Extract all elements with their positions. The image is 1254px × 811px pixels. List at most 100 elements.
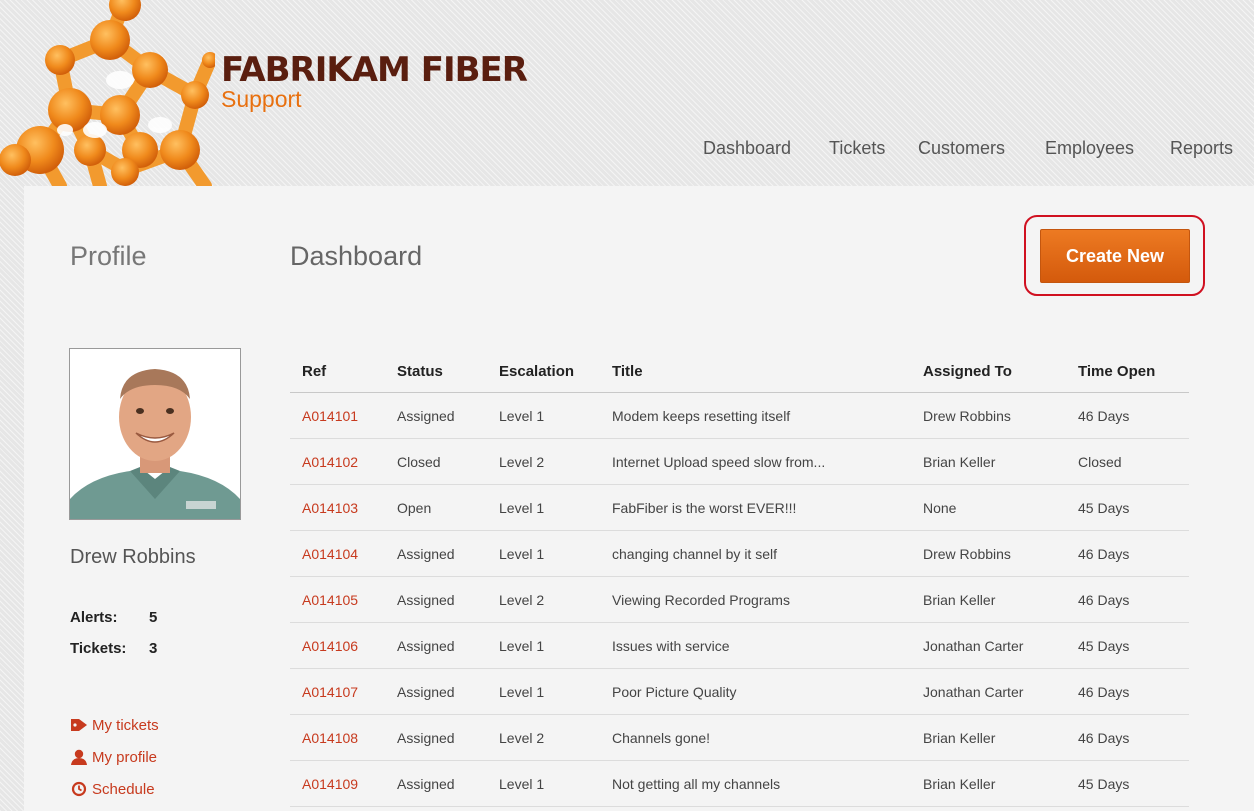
cell-status: Assigned: [385, 760, 487, 807]
create-new-button[interactable]: Create New: [1040, 229, 1190, 283]
cell-time-open: 46 Days: [1066, 714, 1189, 761]
avatar-photo: [70, 349, 240, 519]
cell-assigned-to: Drew Robbins: [911, 530, 1066, 577]
cell-title: changing channel by it self: [600, 530, 911, 577]
table-row[interactable]: A014103 Open Level 1 FabFiber is the worst …: [290, 484, 1189, 531]
column-header-time-open[interactable]: Time Open: [1066, 350, 1189, 393]
cell-ref: A014108: [290, 714, 385, 761]
table-row[interactable]: A014101 Assigned Level 1 Modem keeps resett…: [290, 392, 1189, 439]
column-header-assigned-to[interactable]: Assigned To: [911, 350, 1066, 393]
cell-time-open: 46 Days: [1066, 668, 1189, 715]
cell-ref: A014106: [290, 622, 385, 669]
clock-icon: [71, 781, 87, 797]
ticket-ref-link[interactable]: A014109: [302, 776, 358, 792]
cell-assigned-to: Brian Keller: [911, 576, 1066, 623]
cell-title: Internet Upload speed slow from...: [600, 438, 911, 485]
cell-escalation: Level 2: [487, 438, 600, 485]
column-header-ref[interactable]: Ref: [290, 350, 385, 393]
my-profile-link[interactable]: My profile: [70, 741, 159, 773]
cell-title: FabFiber is the worst EVER!!!: [600, 484, 911, 531]
cell-escalation: Level 1: [487, 622, 600, 669]
cell-status: Assigned: [385, 576, 487, 623]
tickets-label: Tickets:: [70, 640, 127, 657]
cell-time-open: 45 Days: [1066, 622, 1189, 669]
cell-assigned-to: None: [911, 484, 1066, 531]
ticket-ref-link[interactable]: A014102: [302, 454, 358, 470]
side-links: My tickets My profile Schedule: [70, 712, 159, 805]
cell-title: Poor Picture Quality: [600, 668, 911, 715]
alerts-stat: Alerts: 5: [70, 609, 157, 626]
cell-title: Viewing Recorded Programs: [600, 576, 911, 623]
ticket-ref-link[interactable]: A014107: [302, 684, 358, 700]
nav-tickets[interactable]: Tickets: [829, 138, 885, 159]
cell-assigned-to: Jonathan Carter: [911, 622, 1066, 669]
brand-title: FABRIKAM FIBER: [221, 50, 528, 90]
table-row[interactable]: A014108 Assigned Level 2 Channels gone! Bria…: [290, 714, 1189, 761]
table-header-row: Ref Status Escalation Title Assigned To …: [290, 350, 1189, 393]
cell-ref: A014102: [290, 438, 385, 485]
cell-title: Channels gone!: [600, 714, 911, 761]
cell-ref: A014109: [290, 760, 385, 807]
cell-escalation: Level 1: [487, 668, 600, 715]
cell-assigned-to: Jonathan Carter: [911, 668, 1066, 715]
ticket-ref-link[interactable]: A014101: [302, 408, 358, 424]
cell-escalation: Level 2: [487, 576, 600, 623]
cell-status: Assigned: [385, 530, 487, 577]
cell-time-open: 46 Days: [1066, 392, 1189, 439]
cell-status: Assigned: [385, 668, 487, 715]
avatar: [69, 348, 241, 520]
nav-reports[interactable]: Reports: [1170, 138, 1233, 159]
cell-time-open: 46 Days: [1066, 530, 1189, 577]
nav-dashboard[interactable]: Dashboard: [703, 138, 791, 159]
cell-status: Assigned: [385, 392, 487, 439]
column-header-title[interactable]: Title: [600, 350, 911, 393]
tag-icon: [71, 719, 87, 731]
cell-assigned-to: Brian Keller: [911, 714, 1066, 761]
table-row[interactable]: A014107 Assigned Level 1 Poor Picture Quali…: [290, 668, 1189, 715]
tickets-count: 3: [149, 640, 158, 657]
cell-ref: A014101: [290, 392, 385, 439]
table-row[interactable]: A014105 Assigned Level 2 Viewing Recorded P…: [290, 576, 1189, 623]
ticket-ref-link[interactable]: A014104: [302, 546, 358, 562]
cell-time-open: 46 Days: [1066, 576, 1189, 623]
cell-escalation: Level 1: [487, 392, 600, 439]
cell-assigned-to: Brian Keller: [911, 438, 1066, 485]
cell-assigned-to: Brian Keller: [911, 760, 1066, 807]
ticket-ref-link[interactable]: A014103: [302, 500, 358, 516]
cell-title: Issues with service: [600, 622, 911, 669]
table-row[interactable]: A014106 Assigned Level 1 Issues with servic…: [290, 622, 1189, 669]
cell-escalation: Level 1: [487, 760, 600, 807]
cell-status: Closed: [385, 438, 487, 485]
table-row[interactable]: A014104 Assigned Level 1 changing channel b…: [290, 530, 1189, 577]
cell-title: Not getting all my channels: [600, 760, 911, 807]
my-tickets-link[interactable]: My tickets: [70, 709, 159, 741]
cell-status: Assigned: [385, 714, 487, 761]
cell-ref: A014107: [290, 668, 385, 715]
ticket-ref-link[interactable]: A014106: [302, 638, 358, 654]
table-row[interactable]: A014102 Closed Level 2 Internet Upload spee…: [290, 438, 1189, 485]
cell-escalation: Level 2: [487, 714, 600, 761]
cell-escalation: Level 1: [487, 484, 600, 531]
top-navigation: Dashboard Tickets Customers Employees Re…: [0, 138, 1254, 164]
cell-ref: A014105: [290, 576, 385, 623]
nav-employees[interactable]: Employees: [1045, 138, 1134, 159]
column-header-status[interactable]: Status: [385, 350, 487, 393]
tickets-table-body: A014101 Assigned Level 1 Modem keeps resett…: [290, 392, 1189, 807]
schedule-link[interactable]: Schedule: [70, 773, 159, 805]
cell-time-open: 45 Days: [1066, 760, 1189, 807]
ticket-ref-link[interactable]: A014108: [302, 730, 358, 746]
alerts-label: Alerts:: [70, 609, 118, 626]
cell-time-open: 45 Days: [1066, 484, 1189, 531]
cell-status: Assigned: [385, 622, 487, 669]
column-header-escalation[interactable]: Escalation: [487, 350, 600, 393]
table-row[interactable]: A014109 Assigned Level 1 Not getting all my…: [290, 760, 1189, 807]
cell-time-open: Closed: [1066, 438, 1189, 485]
person-icon: [71, 749, 87, 765]
alerts-count: 5: [149, 609, 158, 626]
ticket-ref-link[interactable]: A014105: [302, 592, 358, 608]
page-title: Dashboard: [290, 241, 423, 271]
cell-ref: A014104: [290, 530, 385, 577]
tickets-table: Ref Status Escalation Title Assigned To …: [290, 350, 1189, 807]
nav-customers[interactable]: Customers: [918, 138, 1005, 159]
profile-heading: Profile: [70, 241, 147, 271]
